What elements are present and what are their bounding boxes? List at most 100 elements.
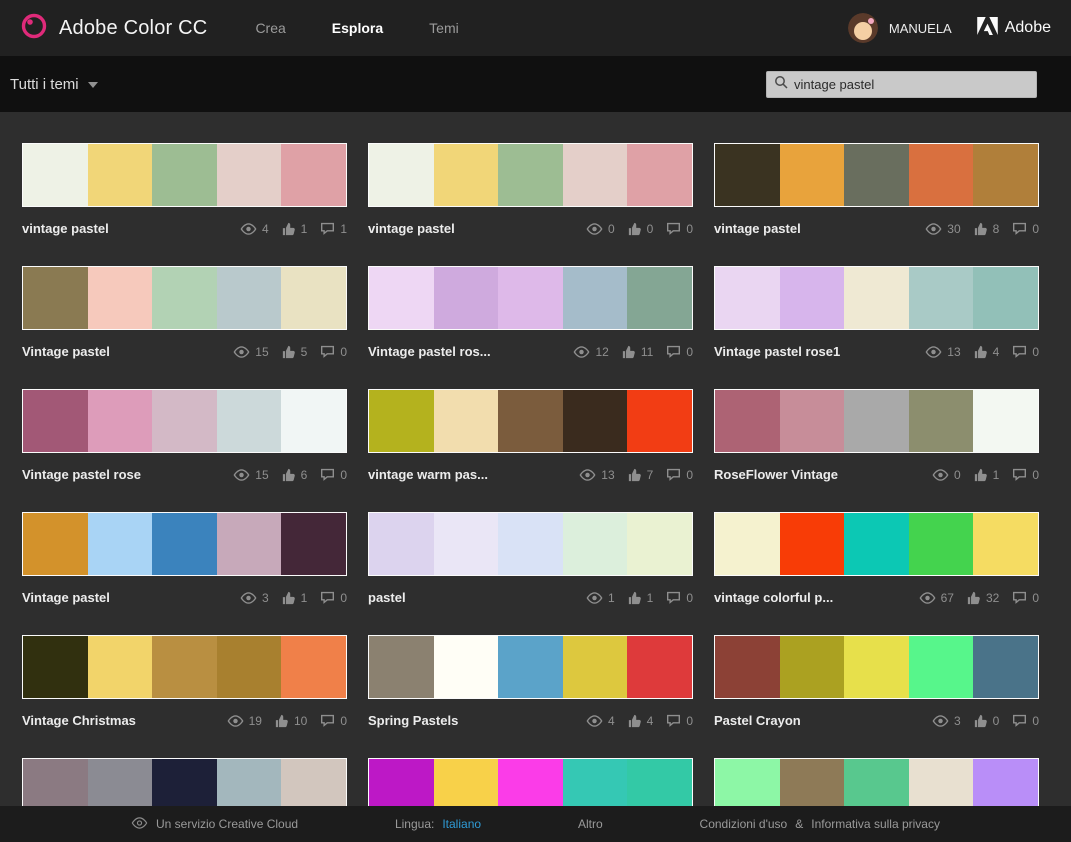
theme-card[interactable]: Vintage Christmas 19 10 <box>22 635 347 729</box>
adobe-logo[interactable]: Adobe <box>977 17 1051 40</box>
theme-card[interactable]: Vintage pastel 3 1 <box>22 512 347 606</box>
nav-item-esplora[interactable]: Esplora <box>332 20 383 36</box>
color-swatch[interactable] <box>88 390 153 452</box>
color-swatch[interactable] <box>780 390 845 452</box>
theme-card[interactable]: vintage pastel 0 0 <box>368 143 693 237</box>
color-swatch[interactable] <box>627 390 692 452</box>
color-swatch[interactable] <box>973 513 1038 575</box>
terms-link[interactable]: Condizioni d'uso <box>700 817 788 831</box>
color-swatch[interactable] <box>434 267 499 329</box>
creative-cloud-service[interactable]: Un servizio Creative Cloud <box>131 817 298 832</box>
color-swatch[interactable] <box>973 636 1038 698</box>
color-swatch[interactable] <box>715 267 780 329</box>
likes-stat[interactable]: 0 <box>974 714 1000 728</box>
color-swatch[interactable] <box>563 267 628 329</box>
color-swatch[interactable] <box>434 144 499 206</box>
color-swatch[interactable] <box>152 636 217 698</box>
color-swatch[interactable] <box>498 390 563 452</box>
brand[interactable]: Adobe Color CC <box>20 12 207 45</box>
privacy-link[interactable]: Informativa sulla privacy <box>811 817 940 831</box>
color-swatch[interactable] <box>498 636 563 698</box>
color-swatch[interactable] <box>369 513 434 575</box>
color-swatch[interactable] <box>844 513 909 575</box>
color-swatch[interactable] <box>369 144 434 206</box>
theme-card[interactable]: Vintage pastel rose1 13 4 <box>714 266 1039 360</box>
comments-stat[interactable]: 0 <box>1012 714 1039 728</box>
color-swatch[interactable] <box>715 636 780 698</box>
color-swatch[interactable] <box>23 636 88 698</box>
theme-card[interactable]: vintage pastel 30 8 <box>714 143 1039 237</box>
comments-stat[interactable]: 0 <box>320 714 347 728</box>
color-swatch[interactable] <box>844 144 909 206</box>
color-swatch[interactable] <box>563 144 628 206</box>
color-swatch[interactable] <box>973 390 1038 452</box>
color-swatch[interactable] <box>217 636 282 698</box>
color-swatch[interactable] <box>152 390 217 452</box>
color-swatch[interactable] <box>715 513 780 575</box>
theme-card[interactable]: Spring Pastels 4 4 <box>368 635 693 729</box>
color-swatch[interactable] <box>715 390 780 452</box>
color-swatch[interactable] <box>281 267 346 329</box>
comments-stat[interactable]: 0 <box>666 591 693 605</box>
color-swatch[interactable] <box>973 144 1038 206</box>
color-swatch[interactable] <box>627 144 692 206</box>
color-swatch[interactable] <box>844 390 909 452</box>
color-swatch[interactable] <box>844 636 909 698</box>
theme-card[interactable]: Vintage pastel 15 5 <box>22 266 347 360</box>
language-value[interactable]: Italiano <box>442 817 481 831</box>
color-swatch[interactable] <box>281 636 346 698</box>
color-swatch[interactable] <box>369 636 434 698</box>
color-swatch[interactable] <box>23 144 88 206</box>
color-swatch[interactable] <box>23 513 88 575</box>
theme-card[interactable]: Vintage pastel ros... 12 11 <box>368 266 693 360</box>
color-swatch[interactable] <box>973 267 1038 329</box>
theme-card[interactable]: vintage pastel 4 1 <box>22 143 347 237</box>
color-swatch[interactable] <box>23 390 88 452</box>
color-swatch[interactable] <box>498 144 563 206</box>
color-swatch[interactable] <box>152 267 217 329</box>
likes-stat[interactable]: 0 <box>628 222 654 236</box>
color-swatch[interactable] <box>780 267 845 329</box>
color-swatch[interactable] <box>88 267 153 329</box>
search-input[interactable] <box>794 77 1029 92</box>
likes-stat[interactable]: 1 <box>974 468 1000 482</box>
color-swatch[interactable] <box>627 513 692 575</box>
color-swatch[interactable] <box>281 144 346 206</box>
color-swatch[interactable] <box>780 636 845 698</box>
color-swatch[interactable] <box>498 267 563 329</box>
color-swatch[interactable] <box>563 513 628 575</box>
color-swatch[interactable] <box>498 513 563 575</box>
likes-stat[interactable]: 1 <box>282 222 308 236</box>
color-swatch[interactable] <box>563 390 628 452</box>
color-swatch[interactable] <box>780 513 845 575</box>
color-swatch[interactable] <box>88 513 153 575</box>
color-swatch[interactable] <box>434 390 499 452</box>
color-swatch[interactable] <box>281 513 346 575</box>
color-swatch[interactable] <box>217 513 282 575</box>
color-swatch[interactable] <box>88 144 153 206</box>
likes-stat[interactable]: 4 <box>974 345 1000 359</box>
color-swatch[interactable] <box>369 267 434 329</box>
color-swatch[interactable] <box>152 513 217 575</box>
color-swatch[interactable] <box>434 513 499 575</box>
likes-stat[interactable]: 6 <box>282 468 308 482</box>
color-swatch[interactable] <box>217 144 282 206</box>
comments-stat[interactable]: 0 <box>1012 468 1039 482</box>
comments-stat[interactable]: 0 <box>1012 345 1039 359</box>
nav-item-crea[interactable]: Crea <box>255 20 285 36</box>
color-swatch[interactable] <box>844 267 909 329</box>
color-swatch[interactable] <box>563 636 628 698</box>
color-swatch[interactable] <box>23 267 88 329</box>
likes-stat[interactable]: 8 <box>974 222 1000 236</box>
likes-stat[interactable]: 7 <box>628 468 654 482</box>
color-swatch[interactable] <box>88 636 153 698</box>
comments-stat[interactable]: 1 <box>320 222 347 236</box>
theme-card[interactable]: vintage warm pas... 13 7 <box>368 389 693 483</box>
comments-stat[interactable]: 0 <box>666 345 693 359</box>
color-swatch[interactable] <box>909 144 974 206</box>
color-swatch[interactable] <box>909 390 974 452</box>
color-swatch[interactable] <box>715 144 780 206</box>
theme-card[interactable]: Vintage pastel rose 15 6 <box>22 389 347 483</box>
likes-stat[interactable]: 1 <box>628 591 654 605</box>
comments-stat[interactable]: 0 <box>1012 591 1039 605</box>
